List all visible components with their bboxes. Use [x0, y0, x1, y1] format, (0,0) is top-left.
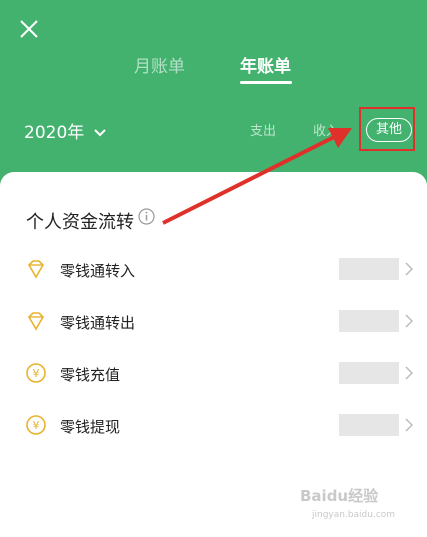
value-mask	[339, 258, 399, 280]
header: 月账单 年账单 2020年 支出 收入 其他	[0, 0, 427, 190]
diamond-icon	[27, 260, 45, 279]
close-icon[interactable]	[18, 18, 40, 40]
yuan-coin-icon: ¥	[26, 415, 46, 435]
chevron-right-icon	[405, 262, 413, 276]
tab-yearly-bill[interactable]: 年账单	[240, 52, 291, 77]
highlight-box	[359, 107, 415, 151]
chevron-right-icon	[405, 314, 413, 328]
svg-text:¥: ¥	[33, 367, 40, 380]
diamond-icon	[27, 312, 45, 331]
chevron-down-icon	[93, 129, 106, 137]
active-tab-indicator	[240, 81, 292, 84]
chevron-right-icon	[405, 366, 413, 380]
bill-tabs: 月账单 年账单	[0, 52, 427, 86]
watermark-url: jingyan.baidu.com	[312, 510, 396, 520]
filter-expense[interactable]: 支出	[250, 120, 276, 139]
year-label: 2020年	[24, 123, 85, 143]
filter-income[interactable]: 收入	[313, 120, 339, 139]
chevron-right-icon	[405, 418, 413, 432]
list-item-label: 零钱通转入	[60, 262, 136, 280]
tab-monthly-bill[interactable]: 月账单	[134, 52, 185, 77]
list-item[interactable]: ¥ 零钱充值	[0, 362, 427, 414]
year-selector[interactable]: 2020年	[24, 118, 106, 143]
list-item-label: 零钱通转出	[60, 314, 136, 332]
value-mask	[339, 362, 399, 384]
list-item-label: 零钱提现	[60, 418, 121, 436]
yuan-coin-icon: ¥	[26, 363, 46, 383]
list-item[interactable]: 零钱通转出	[0, 310, 427, 362]
watermark-logo: Baidu经验	[300, 487, 379, 505]
value-mask	[339, 310, 399, 332]
info-icon[interactable]	[138, 208, 155, 225]
list-item-label: 零钱充值	[60, 366, 121, 384]
list-item[interactable]: 零钱通转入	[0, 258, 427, 310]
list-item[interactable]: ¥ 零钱提现	[0, 414, 427, 466]
section-title: 个人资金流转	[26, 212, 134, 233]
svg-text:¥: ¥	[33, 419, 40, 432]
value-mask	[339, 414, 399, 436]
